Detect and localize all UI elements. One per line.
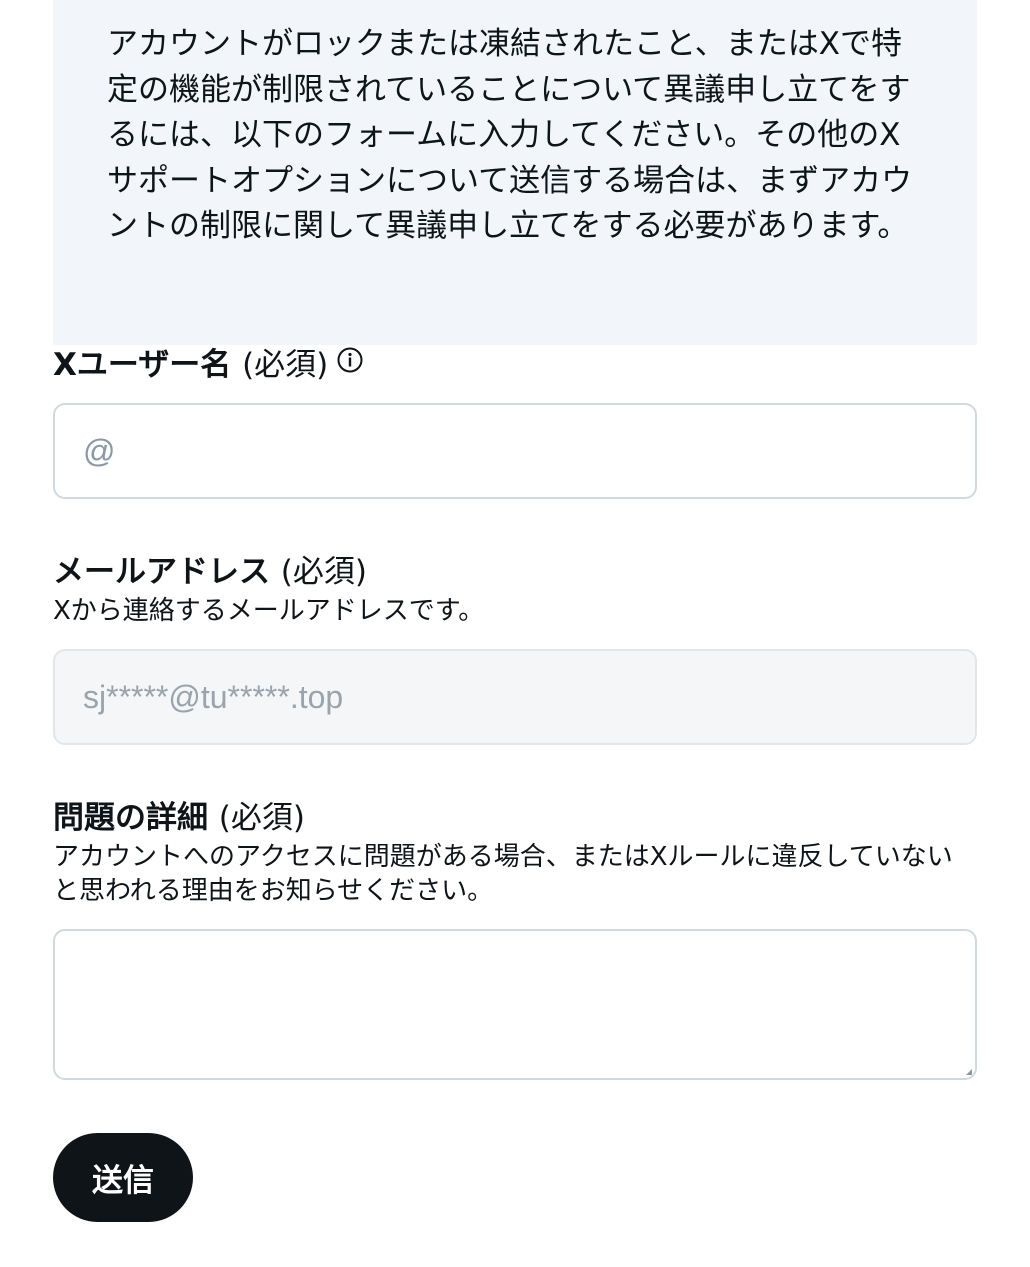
username-input[interactable] — [53, 403, 977, 499]
details-required: (必須) — [218, 800, 305, 836]
details-label-text: 問題の詳細 — [53, 800, 208, 836]
submit-button[interactable]: 送信 — [53, 1133, 193, 1222]
resize-grip-icon[interactable] — [966, 1069, 972, 1075]
email-required: (必須) — [280, 554, 367, 590]
username-required: (必須) — [242, 347, 329, 383]
appeal-notice: アカウントがロックまたは凍結されたこと、またはXで特定の機能が制限されていること… — [53, 0, 977, 345]
username-label-text: Xユーザー名 — [53, 347, 232, 383]
username-label: Xユーザー名 (必須) — [53, 345, 364, 387]
details-label: 問題の詳細 (必須) — [53, 798, 305, 838]
details-textarea[interactable] — [53, 929, 977, 1080]
email-label: メールアドレス (必須) — [53, 552, 367, 592]
info-circle-icon[interactable] — [336, 344, 364, 384]
email-description: Xから連絡するメールアドレスです。 — [53, 596, 485, 626]
notice-text: アカウントがロックまたは凍結されたこと、またはXで特定の機能が制限されていること… — [107, 26, 913, 244]
details-description: アカウントへのアクセスに問題がある場合、またはXルールに違反していないと思われる… — [53, 842, 953, 906]
email-input — [53, 649, 977, 745]
email-label-text: メールアドレス — [53, 554, 270, 590]
